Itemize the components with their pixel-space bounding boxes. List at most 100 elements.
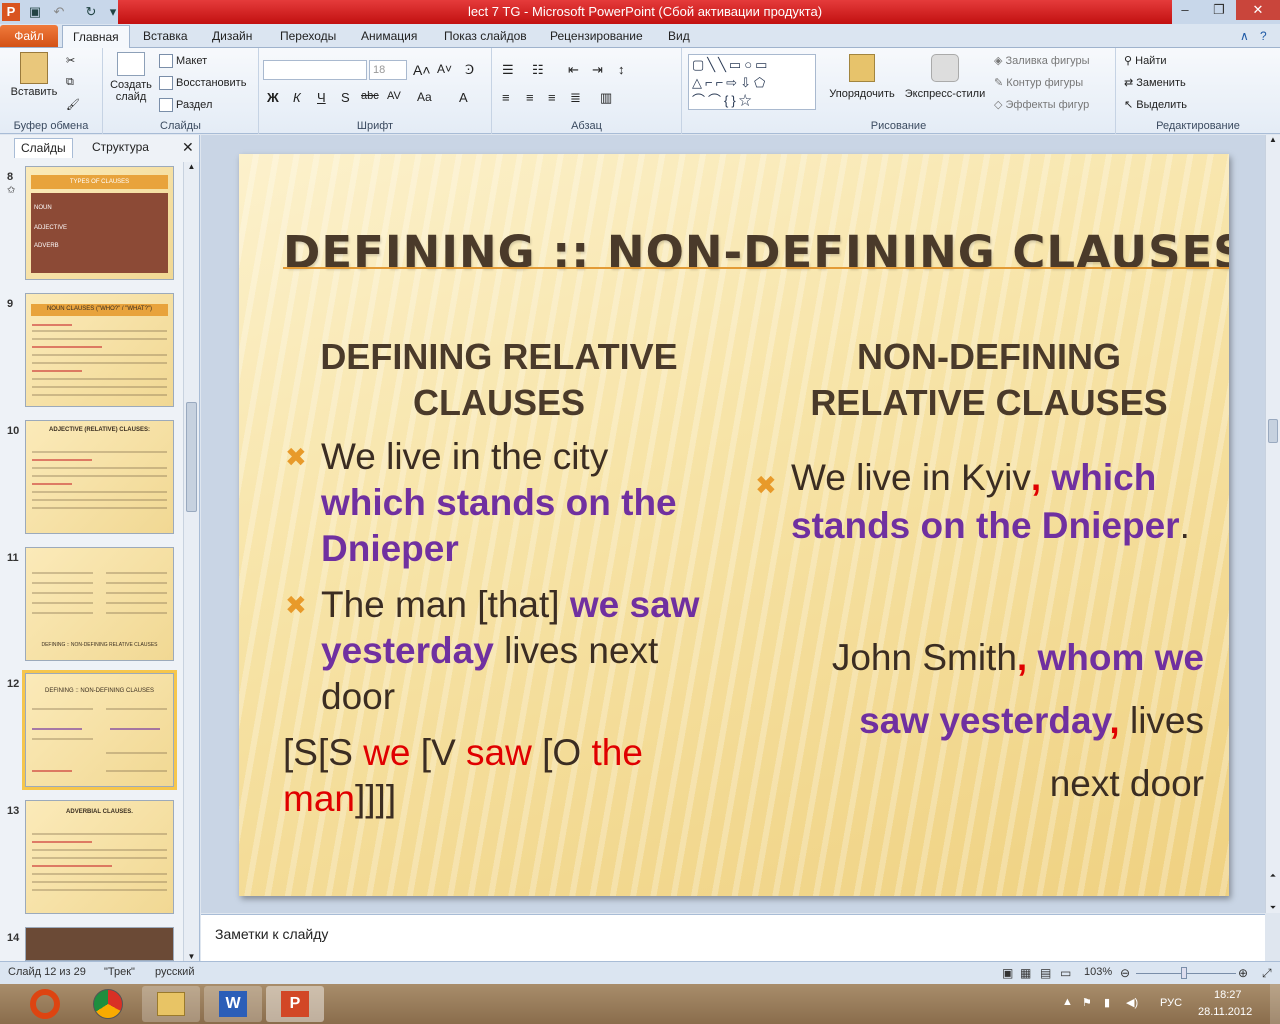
slide-thumb-8[interactable]: TYPES OF CLAUSES NOUN ADJECTIVE ADVERB [25, 166, 174, 280]
bullets-icon[interactable]: ☰ [502, 62, 514, 78]
prev-slide-icon[interactable]: ⏶ [1266, 871, 1280, 881]
align-center-icon[interactable]: ≡ [526, 90, 534, 105]
line-spacing-icon[interactable]: ↕ [618, 62, 625, 77]
columns-icon[interactable]: ▥ [600, 90, 612, 106]
powerpoint-taskbar-icon[interactable]: P [266, 986, 324, 1022]
undo-icon[interactable]: ↶ [50, 3, 68, 21]
slide-canvas[interactable]: DEFINING :: NON-DEFINING CLAUSES DEFININ… [239, 154, 1229, 896]
volume-icon[interactable]: ◀) [1126, 996, 1138, 1009]
new-slide-button[interactable]: Создать слайд [107, 52, 155, 103]
powerpoint-app-icon[interactable]: P [2, 3, 20, 21]
right-column-header[interactable]: NON-DEFINING RELATIVE CLAUSES [789, 334, 1189, 426]
show-desktop-button[interactable] [1270, 984, 1280, 1024]
paste-button[interactable]: Вставить [6, 52, 62, 98]
numbering-icon[interactable]: ☷ [532, 62, 544, 78]
word-icon[interactable]: W [204, 986, 262, 1022]
notes-pane[interactable]: Заметки к слайду [201, 914, 1265, 961]
shape-outline-button[interactable]: ✎ Контур фигуры [994, 76, 1083, 89]
quick-styles-button[interactable]: Экспресс-стили [902, 54, 988, 100]
slide-thumb-9[interactable]: NOUN CLAUSES ("WHO?" / "WHAT?") [25, 293, 174, 407]
sorter-view-icon[interactable]: ▦ [1020, 966, 1031, 980]
panel-scroll-thumb[interactable] [186, 402, 197, 512]
shape-effects-button[interactable]: ◇ Эффекты фигур [994, 98, 1089, 111]
slide-scrollbar[interactable]: ▲ ⏶ ⏷ [1265, 135, 1280, 913]
scroll-down-icon[interactable]: ▼ [184, 952, 199, 961]
left-bullet-2[interactable]: The man [that] we saw yesterday lives ne… [321, 582, 731, 720]
format-painter-icon[interactable]: 🖌 [66, 98, 80, 111]
language-indicator[interactable]: русский [155, 966, 194, 978]
tab-file[interactable]: Файл [0, 25, 58, 47]
fit-to-window-icon[interactable]: ⤢ [1262, 966, 1272, 981]
tab-design[interactable]: Дизайн [212, 29, 252, 43]
zoom-out-icon[interactable]: ⊖ [1120, 966, 1130, 980]
close-panel-icon[interactable]: ✕ [182, 139, 194, 156]
panel-scrollbar[interactable]: ▲ ▼ [183, 162, 199, 961]
justify-icon[interactable]: ≣ [570, 90, 581, 106]
slide-thumb-11[interactable]: DEFINING :: NON-DEFINING RELATIVE CLAUSE… [25, 547, 174, 661]
slide-title[interactable]: DEFINING :: NON-DEFINING CLAUSES [283, 226, 1229, 279]
shrink-font-icon[interactable]: A˅ [437, 62, 452, 76]
left-column-header[interactable]: DEFINING RELATIVE CLAUSES [299, 334, 699, 426]
explorer-icon[interactable] [142, 986, 200, 1022]
underline-icon[interactable]: Ч [317, 90, 326, 105]
reset-button[interactable]: Восстановить [159, 76, 246, 90]
parse-tree-text[interactable]: [S[S we [V saw [O the man]]]] [283, 730, 703, 822]
close-window-icon[interactable]: ✕ [1236, 0, 1280, 20]
slide-thumb-14[interactable] [25, 927, 174, 961]
right-bullet-1[interactable]: We live in Kyiv, which stands on the Dni… [791, 454, 1191, 550]
increase-indent-icon[interactable]: ⇥ [592, 62, 603, 78]
decrease-indent-icon[interactable]: ⇤ [568, 62, 579, 78]
slide-thumb-10[interactable]: ADJECTIVE (RELATIVE) CLAUSES: [25, 420, 174, 534]
layout-button[interactable]: Макет [159, 54, 207, 68]
char-spacing-icon[interactable]: AV [387, 90, 401, 102]
restore-icon[interactable]: ❐ [1202, 0, 1236, 20]
normal-view-icon[interactable]: ▣ [1002, 966, 1013, 980]
slide-scroll-thumb[interactable] [1268, 419, 1278, 443]
slideshow-view-icon[interactable]: ▭ [1060, 966, 1071, 980]
copy-icon[interactable]: ⧉ [66, 76, 74, 89]
bold-icon[interactable]: Ж [267, 90, 279, 105]
font-name-field[interactable] [263, 60, 367, 80]
help-icon[interactable]: ? [1260, 29, 1267, 43]
clear-format-icon[interactable]: Ꜿ [465, 62, 474, 78]
select-button[interactable]: ↖ Выделить [1124, 98, 1187, 111]
reading-view-icon[interactable]: ▤ [1040, 966, 1051, 980]
theme-name[interactable]: "Трек" [104, 966, 135, 978]
zoom-level[interactable]: 103% [1084, 966, 1112, 978]
tab-review[interactable]: Рецензирование [550, 29, 643, 43]
zoom-slider-thumb[interactable] [1181, 967, 1187, 979]
tab-insert[interactable]: Вставка [143, 29, 188, 43]
tab-transitions[interactable]: Переходы [280, 29, 336, 43]
align-left-icon[interactable]: ≡ [502, 90, 510, 105]
arrange-button[interactable]: Упорядочить [824, 54, 900, 100]
scroll-up-icon[interactable]: ▲ [1266, 135, 1280, 144]
font-color-icon[interactable]: A [459, 90, 468, 105]
collapse-ribbon-icon[interactable]: ∧ [1240, 29, 1249, 43]
grow-font-icon[interactable]: A˄ [413, 62, 431, 78]
save-icon[interactable]: ▣ [26, 3, 44, 21]
right-bullet-2[interactable]: John Smith, whom we saw yesterday, lives… [799, 626, 1204, 815]
change-case-icon[interactable]: Aa [417, 90, 432, 104]
italic-icon[interactable]: К [293, 90, 301, 105]
find-button[interactable]: ⚲ Найти [1124, 54, 1167, 67]
notes-placeholder[interactable]: Заметки к слайду [215, 926, 328, 942]
slide-thumb-13[interactable]: ADVERBIAL CLAUSES. [25, 800, 174, 914]
scroll-up-icon[interactable]: ▲ [184, 162, 199, 171]
slide-thumb-12[interactable]: DEFINING :: NON-DEFINING CLAUSES [22, 670, 177, 790]
clock-time[interactable]: 18:27 [1214, 989, 1242, 1001]
tray-arrow-icon[interactable]: ▲ [1062, 996, 1073, 1008]
tab-outline[interactable]: Структура [86, 138, 155, 158]
clock-date[interactable]: 28.11.2012 [1198, 1006, 1252, 1018]
cut-icon[interactable]: ✂ [66, 54, 75, 67]
zoom-in-icon[interactable]: ⊕ [1238, 966, 1248, 980]
shape-fill-button[interactable]: ◈ Заливка фигуры [994, 54, 1090, 67]
shapes-gallery[interactable]: ▢╲╲▭○▭ △⌐⌐⇨⇩⬠ ⌒⌒{}☆ [688, 54, 816, 110]
tab-slideshow[interactable]: Показ слайдов [444, 29, 527, 43]
tab-slides[interactable]: Слайды [14, 138, 73, 158]
tab-home[interactable]: Главная [62, 25, 130, 49]
minimize-icon[interactable]: – [1168, 0, 1202, 20]
chrome-icon[interactable] [80, 986, 136, 1022]
opera-icon[interactable] [20, 986, 70, 1022]
flag-icon[interactable]: ⚑ [1082, 996, 1092, 1009]
redo-icon[interactable]: ↻ [82, 3, 100, 21]
